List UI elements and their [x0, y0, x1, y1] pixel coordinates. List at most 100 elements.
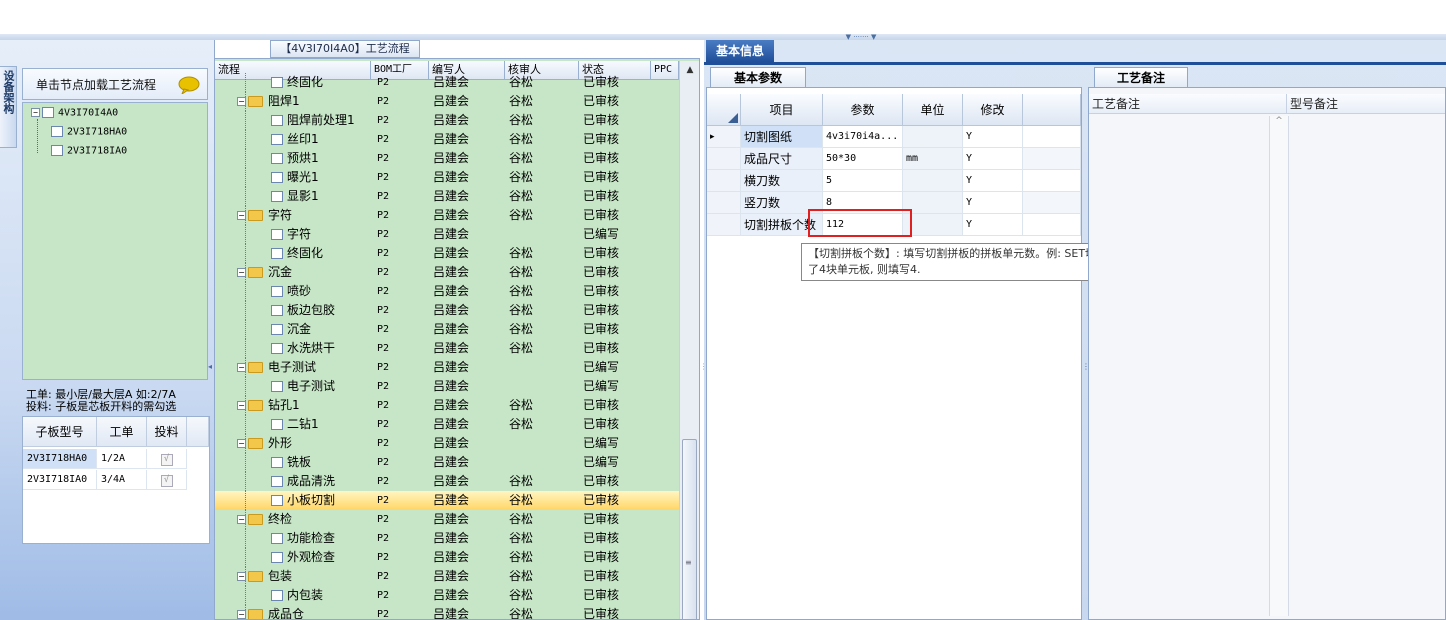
- process-group-row[interactable]: − 沉金 P2 吕建会 谷松 已审核: [215, 263, 679, 282]
- process-step-row[interactable]: 喷砂 P2 吕建会 谷松 已审核: [215, 282, 679, 301]
- process-step-row[interactable]: 阻焊前处理1 P2 吕建会 谷松 已审核: [215, 111, 679, 130]
- col-header-order[interactable]: 工单: [97, 417, 147, 447]
- process-step-row[interactable]: 内包装 P2 吕建会 谷松 已审核: [215, 586, 679, 605]
- sub-row-order[interactable]: 3/4A: [97, 470, 147, 490]
- collapse-icon[interactable]: −: [237, 268, 246, 277]
- scroll-up-icon[interactable]: ^: [1270, 116, 1288, 126]
- param-edit[interactable]: Y: [963, 192, 1023, 214]
- sub-row-feed[interactable]: √: [147, 449, 187, 469]
- col-header-model[interactable]: 子板型号: [23, 417, 97, 447]
- tree-guide-line: [245, 168, 247, 187]
- param-unit[interactable]: [903, 192, 963, 214]
- process-step-row[interactable]: 丝印1 P2 吕建会 谷松 已审核: [215, 130, 679, 149]
- tree-node-child[interactable]: 2V3I718IA0: [51, 145, 127, 157]
- reviewer-cell: 谷松: [509, 75, 534, 89]
- param-unit[interactable]: [903, 170, 963, 192]
- param-value[interactable]: 50*30: [823, 148, 903, 170]
- process-step-row[interactable]: 预烘1 P2 吕建会 谷松 已审核: [215, 149, 679, 168]
- process-group-row[interactable]: − 成品仓 P2 吕建会 谷松 已审核: [215, 605, 679, 619]
- grip-icon: ≡: [685, 558, 692, 567]
- process-step-row[interactable]: 铣板 P2 吕建会 已编写: [215, 453, 679, 472]
- row-indicator[interactable]: [707, 214, 741, 236]
- process-step-row[interactable]: 终固化 P2 吕建会 谷松 已审核: [215, 244, 679, 263]
- collapse-icon[interactable]: −: [237, 401, 246, 410]
- process-step-row[interactable]: 成品清洗 P2 吕建会 谷松 已审核: [215, 472, 679, 491]
- process-step-row[interactable]: 功能检查 P2 吕建会 谷松 已审核: [215, 529, 679, 548]
- process-step-row[interactable]: 终固化 P2 吕建会 谷松 已审核: [215, 73, 679, 92]
- feed-checkbox[interactable]: √: [160, 454, 173, 466]
- tab-basic-info[interactable]: 基本信息: [706, 40, 774, 62]
- process-name: 预烘1: [287, 151, 319, 165]
- process-step-row[interactable]: 显影1 P2 吕建会 谷松 已审核: [215, 187, 679, 206]
- process-group-row[interactable]: − 终检 P2 吕建会 谷松 已审核: [215, 510, 679, 529]
- process-step-row[interactable]: 曝光1 P2 吕建会 谷松 已审核: [215, 168, 679, 187]
- sub-row-model[interactable]: 2V3I718HA0: [23, 449, 97, 469]
- process-group-row[interactable]: − 电子测试 P2 吕建会 已编写: [215, 358, 679, 377]
- col-header-item[interactable]: 项目: [741, 94, 823, 126]
- feed-checkbox[interactable]: √: [160, 475, 173, 487]
- collapse-icon[interactable]: −: [237, 211, 246, 220]
- param-unit[interactable]: [903, 126, 963, 148]
- param-edit[interactable]: Y: [963, 148, 1023, 170]
- col-header-feed[interactable]: 投料: [147, 417, 187, 447]
- process-step-row[interactable]: 小板切割 P2 吕建会 谷松 已审核: [215, 491, 679, 510]
- row-indicator[interactable]: [707, 192, 741, 214]
- sub-row-model[interactable]: 2V3I718IA0: [23, 470, 97, 490]
- process-step-row[interactable]: 板边包胶 P2 吕建会 谷松 已审核: [215, 301, 679, 320]
- sub-row-feed[interactable]: √: [147, 470, 187, 490]
- process-step-row[interactable]: 字符 P2 吕建会 已编写: [215, 225, 679, 244]
- writer-cell: 吕建会: [433, 588, 470, 602]
- tree-guide-line: [245, 73, 247, 92]
- col-header-unit[interactable]: 单位: [903, 94, 963, 126]
- process-step-row[interactable]: 二钻1 P2 吕建会 谷松 已审核: [215, 415, 679, 434]
- notes-scrollbar[interactable]: ^: [1269, 116, 1289, 616]
- row-indicator[interactable]: ▸: [707, 126, 741, 148]
- col-header-edit[interactable]: 修改: [963, 94, 1023, 126]
- col-header-process-note[interactable]: 工艺备注: [1089, 94, 1287, 114]
- param-value[interactable]: 5: [823, 170, 903, 192]
- doc-icon: [51, 126, 63, 137]
- row-indicator[interactable]: [707, 170, 741, 192]
- writer-cell: 吕建会: [433, 436, 470, 450]
- param-edit[interactable]: Y: [963, 126, 1023, 148]
- param-unit[interactable]: mm: [903, 148, 963, 170]
- scroll-thumb[interactable]: [682, 439, 697, 619]
- tree-node-child[interactable]: 2V3I718HA0: [51, 126, 127, 138]
- col-header-value[interactable]: 参数: [823, 94, 903, 126]
- process-step-row[interactable]: 水洗烘干 P2 吕建会 谷松 已审核: [215, 339, 679, 358]
- process-group-row[interactable]: − 钻孔1 P2 吕建会 谷松 已审核: [215, 396, 679, 415]
- bom-cell: P2: [377, 419, 390, 430]
- collapse-icon[interactable]: −: [237, 97, 246, 106]
- collapse-icon[interactable]: −: [237, 439, 246, 448]
- param-row[interactable]: 成品尺寸 50*30 mm Y: [707, 148, 1081, 170]
- process-group-row[interactable]: − 字符 P2 吕建会 谷松 已审核: [215, 206, 679, 225]
- process-group-row[interactable]: − 包装 P2 吕建会 谷松 已审核: [215, 567, 679, 586]
- sub-row-order[interactable]: 1/2A: [97, 449, 147, 469]
- param-edit[interactable]: Y: [963, 170, 1023, 192]
- process-step-row[interactable]: 沉金 P2 吕建会 谷松 已审核: [215, 320, 679, 339]
- process-step-row[interactable]: 电子测试 P2 吕建会 已编写: [215, 377, 679, 396]
- param-edit[interactable]: Y: [963, 214, 1023, 236]
- param-row[interactable]: 横刀数 5 Y: [707, 170, 1081, 192]
- param-unit[interactable]: [903, 214, 963, 236]
- process-group-row[interactable]: − 外形 P2 吕建会 已编写: [215, 434, 679, 453]
- col-header-blank: [1023, 94, 1081, 126]
- process-name-cell: − 钻孔1: [237, 396, 300, 415]
- collapse-icon[interactable]: −: [237, 515, 246, 524]
- param-value[interactable]: 4v3i70i4a...: [823, 126, 903, 148]
- process-step-row[interactable]: 外观检查 P2 吕建会 谷松 已审核: [215, 548, 679, 567]
- collapse-icon[interactable]: −: [237, 363, 246, 372]
- tab-process-notes[interactable]: 工艺备注: [1094, 67, 1188, 87]
- param-row[interactable]: ▸ 切割图纸 4v3i70i4a... Y: [707, 126, 1081, 148]
- collapse-icon[interactable]: −: [31, 108, 40, 117]
- tab-basic-params[interactable]: 基本参数: [710, 67, 806, 87]
- collapse-icon[interactable]: −: [237, 572, 246, 581]
- collapse-icon[interactable]: −: [237, 610, 246, 619]
- row-indicator[interactable]: [707, 148, 741, 170]
- tree-node-root[interactable]: − 4V3I70I4A0: [31, 107, 118, 119]
- bom-cell: P2: [377, 248, 390, 259]
- col-header-model-note[interactable]: 型号备注: [1287, 94, 1445, 114]
- vertical-scrollbar[interactable]: ▲ ≡: [679, 61, 699, 619]
- process-group-row[interactable]: − 阻焊1 P2 吕建会 谷松 已审核: [215, 92, 679, 111]
- scroll-up-icon[interactable]: ▲: [680, 61, 699, 79]
